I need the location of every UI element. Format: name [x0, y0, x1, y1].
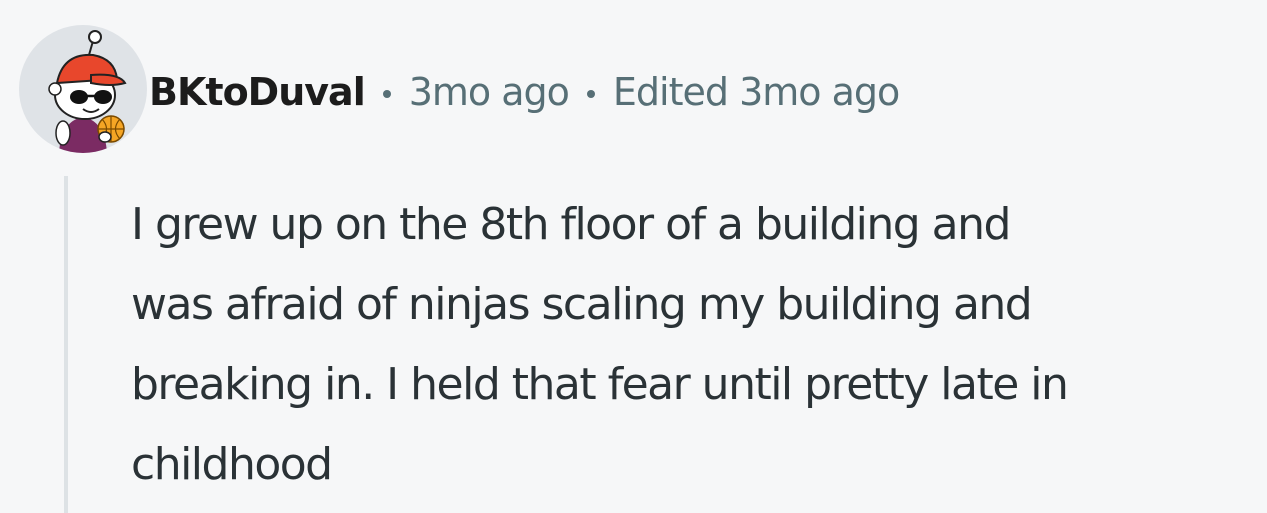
comment-body-line: breaking in. I held that fear until pret…	[131, 359, 1069, 410]
comment: BKtoDuval 3mo ago Edited 3mo ago I grew …	[0, 0, 1267, 513]
comment-body-line: childhood	[131, 439, 333, 490]
snoo-avatar-icon	[48, 30, 127, 153]
separator-dot	[586, 90, 595, 98]
comment-body-line: I grew up on the 8th floor of a building…	[131, 199, 1011, 250]
post-timestamp[interactable]: 3mo ago	[409, 70, 570, 114]
comment-meta: BKtoDuval 3mo ago Edited 3mo ago	[149, 64, 900, 120]
comment-body: I grew up on the 8th floor of a building…	[131, 185, 1251, 505]
user-avatar[interactable]	[19, 25, 147, 153]
thread-collapse-line[interactable]	[64, 176, 68, 513]
author-username[interactable]: BKtoDuval	[149, 70, 366, 114]
edited-label: Edited 3mo ago	[612, 70, 900, 114]
separator-dot	[382, 90, 391, 98]
comment-body-line: was afraid of ninjas scaling my building…	[131, 279, 1033, 330]
